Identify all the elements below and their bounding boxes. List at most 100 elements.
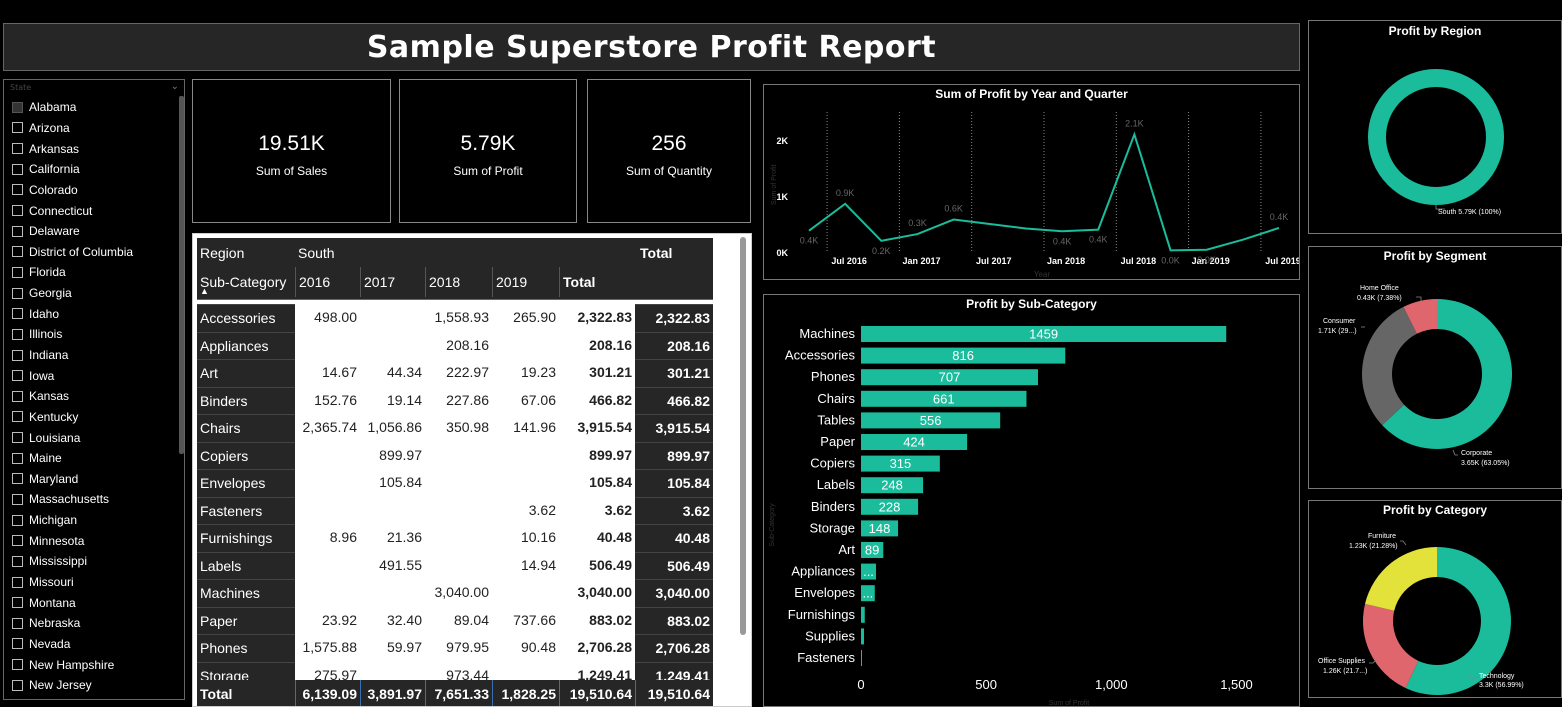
slicer-item[interactable]: Georgia (12, 283, 172, 304)
donut-slice[interactable] (1362, 306, 1417, 426)
matrix-row-label: Phones (197, 634, 295, 662)
category-label: Fasteners (797, 650, 855, 665)
slicer-item[interactable]: Mississippi (12, 551, 172, 572)
checkbox[interactable] (12, 473, 23, 485)
x-tick-label: 500 (975, 677, 997, 692)
checkbox[interactable] (12, 205, 23, 217)
checkbox[interactable] (12, 617, 23, 629)
category-label: Storage (809, 520, 855, 535)
checkbox[interactable] (12, 493, 23, 505)
checkbox[interactable] (12, 308, 23, 320)
matrix-cell (425, 552, 492, 580)
slicer-item[interactable]: Delaware (12, 221, 172, 242)
slicer-item[interactable]: Nebraska (12, 613, 172, 634)
line-chart-panel[interactable]: Sum of Profit by Year and Quarter 0K 1K 2K… (763, 84, 1300, 280)
slicer-item[interactable]: Florida (12, 262, 172, 283)
segment-donut-panel[interactable]: Profit by Segment Corporate 3.65K (63.05%… (1308, 246, 1562, 489)
slice-label: 3.3K (56.99%) (1479, 682, 1524, 689)
slicer-item[interactable]: Nevada (12, 634, 172, 655)
sort-ascending-icon[interactable]: ▲ (200, 286, 212, 296)
matrix-row-grand-total: 2,706.28 (635, 634, 713, 662)
checkbox[interactable] (12, 184, 23, 196)
donut-slice[interactable] (1368, 69, 1504, 205)
slicer-item[interactable]: Indiana (12, 345, 172, 366)
bar[interactable] (861, 628, 865, 645)
slicer-item[interactable]: Colorado (12, 180, 172, 201)
matrix-cell (295, 497, 360, 525)
matrix-cell (360, 497, 425, 525)
chevron-down-icon[interactable]: ⌄ (171, 81, 179, 92)
checkbox[interactable] (12, 555, 23, 567)
matrix-cell: 8.96 (329, 529, 357, 545)
slicer-item[interactable]: Minnesota (12, 530, 172, 551)
data-label: 0.9K (836, 188, 855, 198)
slicer-item[interactable]: Montana (12, 592, 172, 613)
slicer-scrollbar[interactable] (179, 96, 184, 454)
checkbox[interactable] (12, 328, 23, 340)
donut-slice[interactable] (1365, 547, 1437, 611)
slicer-item[interactable]: Kentucky (12, 407, 172, 428)
checkbox[interactable] (12, 432, 23, 444)
slicer-item[interactable]: District of Columbia (12, 241, 172, 262)
region-donut-panel[interactable]: Profit by Region South 5.79K (100%) (1308, 20, 1562, 234)
slicer-item-label: Delaware (29, 224, 80, 239)
checkbox[interactable] (12, 122, 23, 134)
slicer-item[interactable]: New Hampshire (12, 654, 172, 675)
matrix-cell: 14.94 (520, 556, 556, 573)
matrix-scrollbar[interactable] (740, 237, 746, 635)
slice-label: 1.23K (21.28%) (1349, 543, 1398, 550)
bar-chart-panel[interactable]: Profit by Sub-Category Sub-Category Sum o… (763, 294, 1300, 707)
slicer-item[interactable]: Missouri (12, 572, 172, 593)
checkbox[interactable] (12, 514, 23, 526)
slicer-item[interactable]: Connecticut (12, 200, 172, 221)
slicer-item[interactable]: Maryland (12, 469, 172, 490)
bar[interactable] (861, 650, 863, 666)
slicer-item[interactable]: Idaho (12, 303, 172, 324)
slicer-item[interactable]: Illinois (12, 324, 172, 345)
checkbox[interactable] (12, 452, 23, 464)
slicer-item[interactable]: Iowa (12, 365, 172, 386)
checkbox[interactable] (12, 101, 23, 113)
slicer-item[interactable]: Kansas (12, 386, 172, 407)
data-label: 0.6K (944, 204, 963, 214)
checkbox[interactable] (12, 576, 23, 588)
profit-matrix[interactable]: Region South Total Sub-Category ▲ 2016 2017 201… (192, 233, 752, 707)
slicer-item[interactable]: New Jersey (12, 675, 172, 696)
slicer-item[interactable]: Massachusetts (12, 489, 172, 510)
matrix-footer-cell: 1,828.25 (492, 680, 559, 706)
checkbox[interactable] (12, 349, 23, 361)
checkbox[interactable] (12, 679, 23, 691)
checkbox[interactable] (12, 225, 23, 237)
slicer-item-label: Montana (29, 595, 76, 610)
checkbox[interactable] (12, 143, 23, 155)
donut-slice[interactable] (1363, 603, 1419, 688)
checkbox[interactable] (12, 535, 23, 547)
checkbox[interactable] (12, 638, 23, 650)
checkbox[interactable] (12, 370, 23, 382)
matrix-row-grand-total: 208.16 (635, 331, 713, 359)
bar-data-label: 228 (879, 499, 901, 514)
checkbox[interactable] (12, 266, 23, 278)
state-slicer[interactable]: State ⌄ Alabama Arizona Arkansas California… (3, 79, 185, 700)
x-axis-title: Sum of Profit (1049, 700, 1090, 706)
bar[interactable] (861, 606, 865, 623)
slicer-item[interactable]: Alabama (12, 97, 172, 118)
slicer-item[interactable]: Arizona (12, 118, 172, 139)
slicer-item[interactable]: Michigan (12, 510, 172, 531)
checkbox[interactable] (12, 287, 23, 299)
checkbox[interactable] (12, 659, 23, 671)
slicer-item[interactable]: California (12, 159, 172, 180)
report-title: Sample Superstore Profit Report (366, 30, 937, 65)
checkbox[interactable] (12, 163, 23, 175)
slicer-item[interactable]: Arkansas (12, 138, 172, 159)
checkbox[interactable] (12, 411, 23, 423)
slicer-item[interactable]: Maine (12, 448, 172, 469)
y-tick-label: 0K (776, 248, 788, 258)
slicer-item[interactable]: Louisiana (12, 427, 172, 448)
category-donut-panel[interactable]: Profit by Category Technology 3.3K (56.99… (1308, 500, 1562, 698)
checkbox[interactable] (12, 597, 23, 609)
matrix-cell: 1,558.93 (434, 309, 490, 325)
checkbox[interactable] (12, 390, 23, 402)
checkbox[interactable] (12, 246, 23, 258)
matrix-row-label: Binders (197, 386, 295, 414)
